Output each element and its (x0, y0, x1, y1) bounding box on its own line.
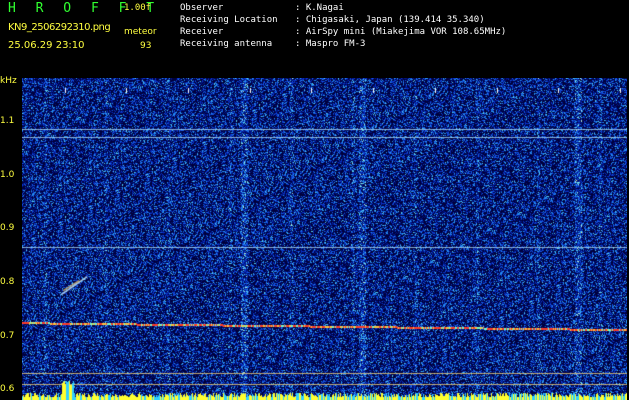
y-tick-label: 0.8 (0, 276, 15, 287)
y-tick-label: 1.1 (0, 115, 15, 126)
y-tick-label: 0.9 (0, 223, 15, 234)
spectrogram-plot (22, 78, 627, 400)
observer-value: : K.Nagai (295, 3, 344, 13)
y-axis-unit: kHz (0, 76, 17, 86)
meteor-count: 93 (140, 41, 152, 51)
y-tick-label: 1.0 (0, 169, 15, 180)
meteor-label: meteor (124, 27, 157, 37)
observer-label: Observer (180, 3, 224, 13)
receiver-label: Receiver (180, 27, 224, 37)
hrofft-window: H R O F F T 1.00f KN9_2506292310.png met… (0, 0, 629, 400)
y-tick-label: 0.7 (0, 330, 15, 341)
y-tick-label: 0.6 (0, 384, 15, 395)
location-label: Receiving Location (180, 15, 278, 25)
filename-label: KN9_2506292310.png (8, 22, 111, 33)
version-label: 1.00f (124, 3, 152, 13)
location-value: : Chigasaki, Japan (139.414 35.340) (295, 15, 485, 25)
receiver-value: : AirSpy mini (Miakejima VOR 108.65MHz) (295, 27, 507, 37)
datetime-label: 25.06.29 23:10 (8, 40, 85, 51)
antenna-label: Receiving antenna (180, 39, 273, 49)
antenna-value: : Maspro FM-3 (295, 39, 366, 49)
